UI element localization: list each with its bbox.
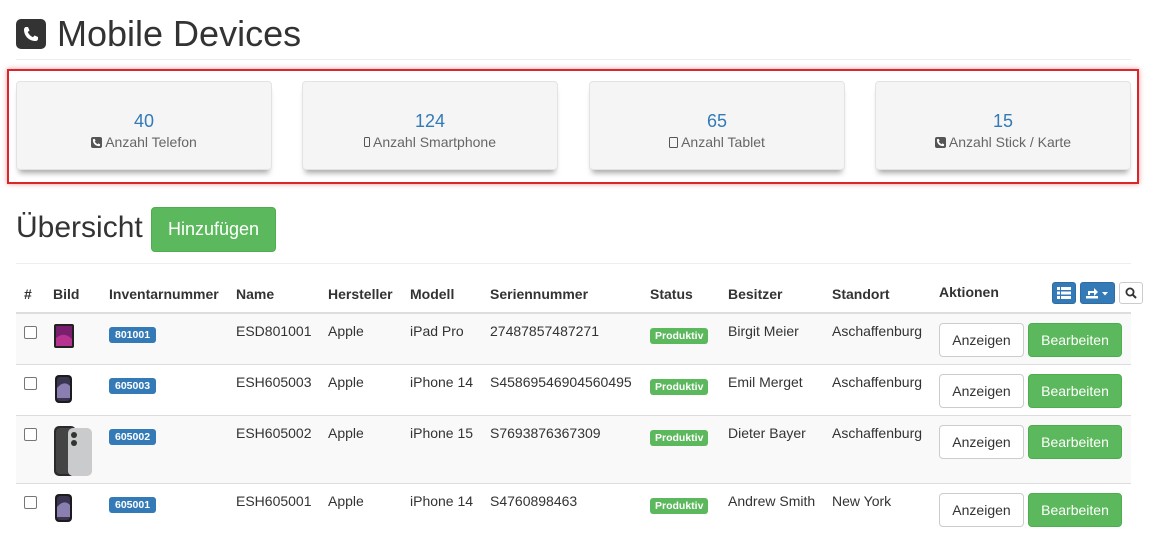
- view-button[interactable]: Anzeigen: [939, 373, 1024, 408]
- manufacturer: Apple: [328, 492, 364, 509]
- manufacturer: Apple: [320, 313, 402, 365]
- stat-value: 40: [133, 111, 155, 131]
- page-header: Mobile Devices: [16, 8, 1131, 60]
- stat-label: Anzahl Tablet: [681, 134, 765, 150]
- iphone-14-image: [55, 493, 72, 522]
- status-badge: Produktiv: [650, 378, 709, 395]
- row-actions: Anzeigen Bearbeiten: [939, 373, 1123, 408]
- edit-button[interactable]: Bearbeiten: [1028, 492, 1122, 527]
- column-header[interactable]: Standort: [824, 271, 931, 314]
- inventory-badge[interactable]: 605001: [109, 496, 157, 513]
- phone-icon: [91, 136, 103, 148]
- add-device-button[interactable]: Hinzufügen: [151, 207, 276, 252]
- inventory-badge[interactable]: 605002: [109, 428, 157, 445]
- model: iPhone 15: [402, 415, 482, 484]
- stat-card-telefon[interactable]: 40 Anzahl Telefon: [16, 81, 272, 170]
- device-name: ESD801001: [228, 313, 320, 365]
- mobile-icon: [364, 137, 371, 147]
- serial-number: S7693876367309: [482, 415, 642, 484]
- phone-icon: [934, 136, 946, 148]
- stat-label-row: Anzahl Tablet: [590, 134, 844, 150]
- row-checkbox[interactable]: [24, 427, 37, 441]
- device-name: ESH605002: [228, 415, 320, 484]
- edit-button[interactable]: Bearbeiten: [1028, 323, 1122, 357]
- device-name: ESH605003: [228, 364, 320, 416]
- table-row: 605001 ESH605001 Apple iPhone 14 S476089…: [16, 483, 1131, 534]
- owner: Birgit Meier: [720, 313, 824, 365]
- owner: Dieter Bayer: [720, 415, 824, 484]
- status-badge: Produktiv: [650, 328, 709, 344]
- table-row: 605003 ESH605003 Apple iPhone 14 S458695…: [16, 364, 1131, 416]
- stat-label: Anzahl Smartphone: [373, 134, 496, 150]
- manufacturer: Apple: [320, 364, 402, 416]
- column-header[interactable]: Besitzer: [720, 271, 824, 314]
- stat-value: 124: [414, 111, 446, 131]
- inventory-badge[interactable]: 801001: [109, 327, 157, 343]
- section-title: Übersicht: [16, 211, 143, 244]
- serial-number: S45869546904560495: [482, 364, 642, 416]
- stat-card-tablet[interactable]: 65 Anzahl Tablet: [589, 81, 845, 170]
- stat-label-row: Anzahl Telefon: [17, 134, 271, 150]
- owner: Emil Merget: [720, 364, 824, 416]
- location: Aschaffenburg: [824, 415, 931, 484]
- model: iPhone 14: [402, 364, 482, 416]
- column-header[interactable]: Inventarnummer: [101, 271, 228, 314]
- model: iPad Pro: [402, 313, 482, 365]
- stat-card-smartphone[interactable]: 124 Anzahl Smartphone: [302, 81, 558, 170]
- stat-value: 15: [992, 111, 1014, 131]
- ipad-pro-image: [54, 324, 74, 348]
- stat-label: Anzahl Telefon: [105, 134, 197, 150]
- device-name: ESH605001: [236, 492, 312, 509]
- row-actions: Anzeigen Bearbeiten: [939, 492, 1123, 527]
- location: New York: [832, 492, 892, 509]
- status-badge: Produktiv: [650, 497, 709, 514]
- column-header[interactable]: Modell: [402, 271, 482, 314]
- stat-label-row: Anzahl Stick / Karte: [876, 134, 1130, 150]
- column-header[interactable]: Status: [642, 271, 720, 314]
- column-header[interactable]: #: [16, 271, 45, 314]
- tablet-icon: [669, 136, 679, 148]
- status-badge: Produktiv: [650, 429, 709, 446]
- iphone-14-image: [55, 374, 72, 403]
- location: Aschaffenburg: [824, 313, 931, 365]
- divider: [16, 263, 1131, 264]
- column-header[interactable]: Name: [228, 271, 320, 314]
- table-row: 801001 ESD801001 Apple iPad Pro 27487857…: [16, 313, 1131, 365]
- owner: Andrew Smith: [728, 492, 816, 509]
- phone-square-icon: [16, 18, 46, 49]
- iphone-15-image: [54, 425, 92, 476]
- column-header: Aktionen: [931, 271, 1131, 314]
- stat-card-stick-karte[interactable]: 15 Anzahl Stick / Karte: [875, 81, 1131, 170]
- serial-number: S4760898463: [490, 492, 578, 509]
- stat-value: 65: [706, 111, 728, 131]
- view-button[interactable]: Anzeigen: [939, 424, 1024, 459]
- row-checkbox[interactable]: [24, 326, 37, 339]
- stat-label: Anzahl Stick / Karte: [948, 134, 1072, 150]
- row-actions: Anzeigen Bearbeiten: [939, 323, 1123, 357]
- inventory-badge[interactable]: 605003: [109, 377, 157, 394]
- table-row: 605002 ESH605002 Apple iPhone 15 S769387…: [16, 415, 1131, 484]
- manufacturer: Apple: [320, 415, 402, 484]
- devices-table: # Bild Inventarnummer Name Hersteller Mo…: [16, 271, 1131, 534]
- row-checkbox[interactable]: [24, 376, 37, 390]
- row-checkbox[interactable]: [24, 495, 37, 509]
- serial-number: 27487857487271: [482, 313, 642, 365]
- view-button[interactable]: Anzeigen: [939, 492, 1024, 527]
- model: iPhone 14: [410, 492, 474, 509]
- column-header[interactable]: Hersteller: [320, 271, 402, 314]
- edit-button[interactable]: Bearbeiten: [1028, 424, 1122, 459]
- view-button[interactable]: Anzeigen: [939, 323, 1024, 357]
- edit-button[interactable]: Bearbeiten: [1028, 373, 1122, 408]
- stat-label-row: Anzahl Smartphone: [303, 134, 557, 150]
- row-actions: Anzeigen Bearbeiten: [939, 424, 1123, 459]
- table-header-row: # Bild Inventarnummer Name Hersteller Mo…: [16, 271, 1131, 314]
- column-header[interactable]: Seriennummer: [482, 271, 642, 314]
- page-title: Mobile Devices: [57, 12, 302, 54]
- location: Aschaffenburg: [824, 364, 931, 416]
- column-header[interactable]: Bild: [45, 271, 101, 314]
